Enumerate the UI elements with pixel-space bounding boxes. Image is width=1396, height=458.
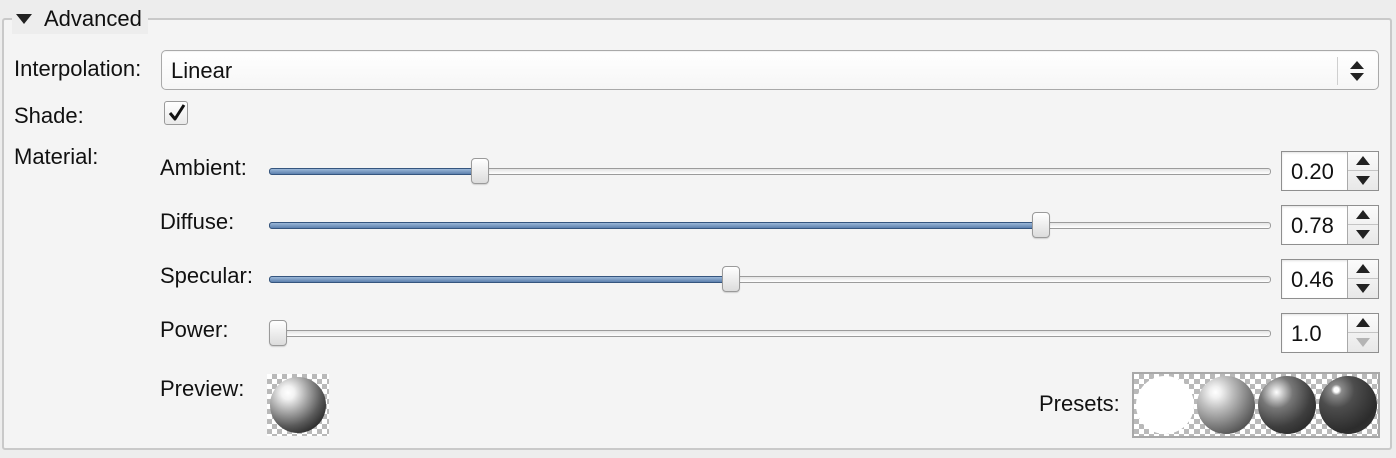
- preview-label: Preview:: [160, 376, 245, 401]
- slider-thumb[interactable]: [470, 158, 489, 184]
- increment-button[interactable]: [1348, 314, 1378, 333]
- advanced-group-title: Advanced: [44, 6, 142, 31]
- preview-swatch: [267, 374, 329, 436]
- preset-dark-gray[interactable]: [1256, 374, 1317, 436]
- presets-label: Presets:: [1039, 391, 1120, 416]
- diffuse-value[interactable]: 0.78: [1291, 213, 1334, 239]
- arrow-down-icon: [1356, 284, 1370, 293]
- material-label: Material:: [14, 144, 99, 169]
- decrement-button[interactable]: [1348, 279, 1378, 298]
- arrow-down-icon: [1356, 230, 1370, 239]
- diffuse-slider[interactable]: [269, 210, 1271, 240]
- increment-button[interactable]: [1348, 260, 1378, 279]
- power-slider[interactable]: [269, 318, 1271, 348]
- arrow-up-icon: [1356, 318, 1370, 327]
- triangle-down-icon[interactable]: [16, 14, 32, 24]
- specular-value[interactable]: 0.46: [1291, 267, 1334, 293]
- arrow-down-icon: [1356, 338, 1370, 347]
- ambient-slider[interactable]: [269, 156, 1271, 186]
- preset-glossy-dark[interactable]: [1317, 374, 1378, 436]
- arrow-up-icon: [1356, 156, 1370, 165]
- increment-button[interactable]: [1348, 206, 1378, 225]
- arrow-up-icon: [1356, 210, 1370, 219]
- preset-shiny-gray[interactable]: [1195, 374, 1256, 436]
- decrement-button[interactable]: [1348, 333, 1378, 352]
- select-separator: [1337, 57, 1338, 85]
- slider-thumb[interactable]: [1031, 212, 1050, 238]
- diffuse-label: Diffuse:: [160, 209, 235, 234]
- arrow-up-icon: [1356, 264, 1370, 273]
- preview-sphere: [270, 377, 326, 433]
- power-spinbox[interactable]: 1.0: [1281, 313, 1379, 353]
- decrement-button[interactable]: [1348, 225, 1378, 244]
- shade-checkbox[interactable]: [164, 101, 188, 125]
- specular-spinbox[interactable]: 0.46: [1281, 259, 1379, 299]
- ambient-spinbox[interactable]: 0.20: [1281, 151, 1379, 191]
- decrement-button[interactable]: [1348, 171, 1378, 190]
- interpolation-select[interactable]: Linear: [161, 50, 1379, 90]
- power-label: Power:: [160, 317, 229, 342]
- power-value[interactable]: 1.0: [1291, 321, 1322, 347]
- ambient-label: Ambient:: [160, 155, 247, 180]
- interpolation-value: Linear: [171, 58, 233, 83]
- specular-label: Specular:: [160, 263, 253, 288]
- up-down-arrows-icon: [1350, 60, 1364, 82]
- arrow-down-icon: [1356, 176, 1370, 185]
- diffuse-spinbox[interactable]: 0.78: [1281, 205, 1379, 245]
- specular-slider[interactable]: [269, 264, 1271, 294]
- interpolation-label: Interpolation:: [14, 56, 142, 81]
- checkmark-icon: [168, 104, 186, 121]
- slider-thumb[interactable]: [721, 266, 740, 292]
- ambient-value[interactable]: 0.20: [1291, 159, 1334, 185]
- presets-bar: [1132, 372, 1380, 438]
- slider-thumb[interactable]: [269, 320, 287, 346]
- advanced-group-header[interactable]: Advanced: [12, 4, 148, 34]
- increment-button[interactable]: [1348, 152, 1378, 171]
- preset-matte-white[interactable]: [1134, 374, 1195, 436]
- shade-label: Shade:: [14, 103, 84, 128]
